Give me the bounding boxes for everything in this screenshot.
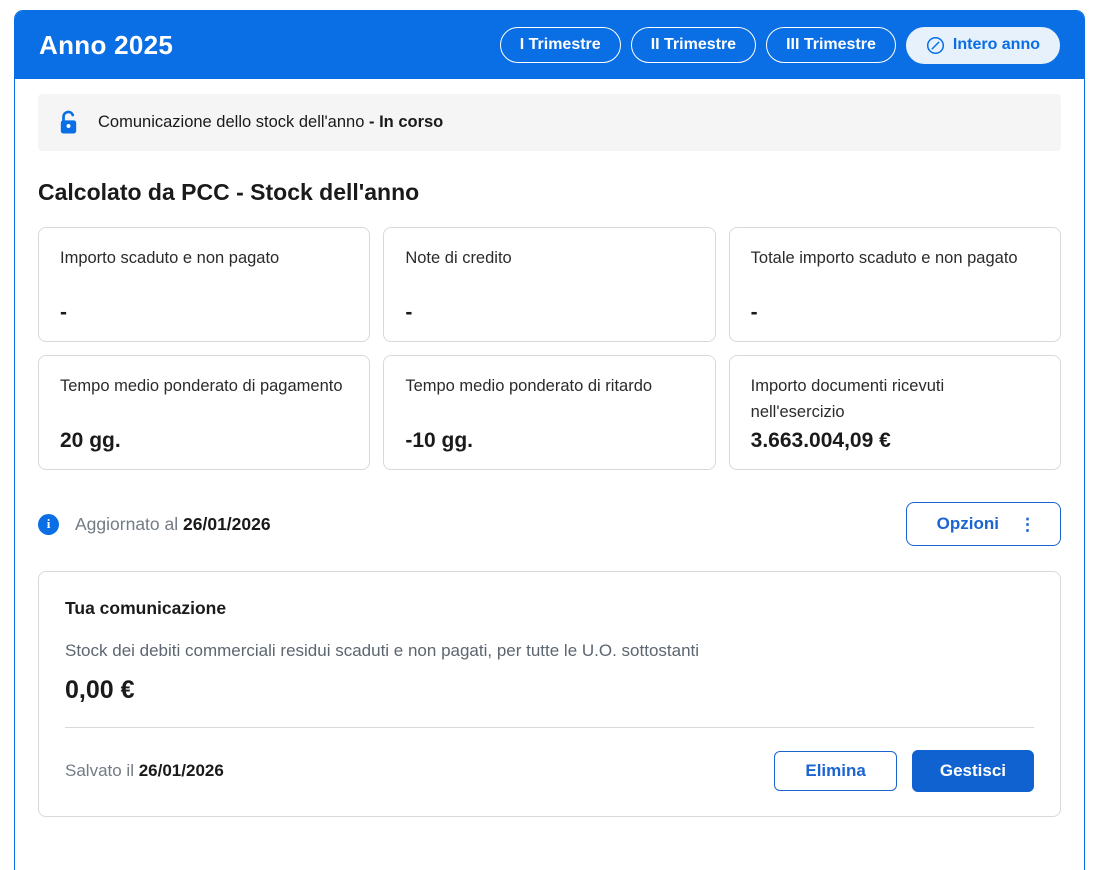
edit-circle-icon — [926, 36, 945, 55]
options-button-label: Opzioni — [937, 514, 999, 534]
saved-at-prefix: Salvato il — [65, 761, 134, 780]
stat-value: - — [405, 301, 693, 325]
stat-card-totale-importo: Totale importo scaduto e non pagato - — [729, 227, 1061, 342]
status-badge: - In corso — [369, 113, 443, 131]
stat-value: - — [751, 301, 1039, 325]
stat-label: Tempo medio ponderato di ritardo — [405, 374, 693, 400]
stat-label: Importo documenti ricevuti nell'esercizi… — [751, 374, 1039, 425]
tab-intero-anno[interactable]: Intero anno — [906, 27, 1060, 64]
tab-label: Intero anno — [953, 36, 1040, 54]
stat-label: Totale importo scaduto e non pagato — [751, 246, 1039, 272]
manage-button[interactable]: Gestisci — [912, 750, 1034, 792]
divider — [65, 727, 1034, 728]
update-row: i Aggiornato al 26/01/2026 Opzioni ⋮ — [38, 501, 1061, 547]
communication-title: Tua comunicazione — [65, 598, 1034, 619]
tab-trimestre-2[interactable]: II Trimestre — [631, 27, 756, 63]
communication-card: Tua comunicazione Stock dei debiti comme… — [38, 571, 1061, 817]
updated-at-text: Aggiornato al 26/01/2026 — [75, 514, 271, 535]
section-title: Calcolato da PCC - Stock dell'anno — [38, 179, 1061, 206]
stat-value: -10 gg. — [405, 429, 693, 453]
communication-actions: Elimina Gestisci — [774, 750, 1034, 792]
updated-at: i Aggiornato al 26/01/2026 — [38, 514, 271, 535]
stat-card-note-credito: Note di credito - — [383, 227, 715, 342]
tab-label: II Trimestre — [651, 36, 736, 54]
tab-label: I Trimestre — [520, 36, 601, 54]
status-banner: Comunicazione dello stock dell'anno - In… — [38, 94, 1061, 151]
stat-card-tempo-ritardo: Tempo medio ponderato di ritardo -10 gg. — [383, 355, 715, 470]
page-title: Anno 2025 — [39, 30, 173, 61]
communication-amount: 0,00 € — [65, 676, 1034, 705]
stat-value: 20 gg. — [60, 429, 348, 453]
communication-footer: Salvato il 26/01/2026 Elimina Gestisci — [65, 750, 1034, 792]
year-panel: Anno 2025 I Trimestre II Trimestre III T… — [14, 10, 1085, 870]
year-header: Anno 2025 I Trimestre II Trimestre III T… — [15, 11, 1084, 79]
info-icon: i — [38, 514, 59, 535]
stat-label: Tempo medio ponderato di pagamento — [60, 374, 348, 400]
quarter-tabs: I Trimestre II Trimestre III Trimestre I… — [500, 27, 1060, 64]
panel-content: Comunicazione dello stock dell'anno - In… — [15, 79, 1084, 817]
stats-grid: Importo scaduto e non pagato - Note di c… — [38, 227, 1061, 470]
stat-label: Note di credito — [405, 246, 693, 272]
communication-description: Stock dei debiti commerciali residui sca… — [65, 641, 1034, 661]
kebab-menu-icon: ⋮ — [1019, 516, 1036, 533]
stat-card-importo-documenti: Importo documenti ricevuti nell'esercizi… — [729, 355, 1061, 470]
stat-value: - — [60, 301, 348, 325]
stat-label: Importo scaduto e non pagato — [60, 246, 348, 272]
updated-at-prefix: Aggiornato al — [75, 514, 178, 534]
stat-value: 3.663.004,09 € — [751, 429, 1039, 453]
status-banner-text: Comunicazione dello stock dell'anno - In… — [98, 113, 443, 132]
tab-trimestre-1[interactable]: I Trimestre — [500, 27, 621, 63]
delete-button[interactable]: Elimina — [774, 751, 896, 791]
updated-at-date: 26/01/2026 — [183, 514, 271, 534]
stat-card-importo-scaduto: Importo scaduto e non pagato - — [38, 227, 370, 342]
saved-at-text: Salvato il 26/01/2026 — [65, 761, 224, 781]
tab-label: III Trimestre — [786, 36, 876, 54]
tab-trimestre-3[interactable]: III Trimestre — [766, 27, 896, 63]
unlock-icon — [56, 109, 81, 136]
status-banner-label: Comunicazione dello stock dell'anno — [98, 113, 364, 131]
saved-at-date: 26/01/2026 — [139, 761, 224, 780]
options-button[interactable]: Opzioni ⋮ — [906, 502, 1061, 546]
stat-card-tempo-pagamento: Tempo medio ponderato di pagamento 20 gg… — [38, 355, 370, 470]
